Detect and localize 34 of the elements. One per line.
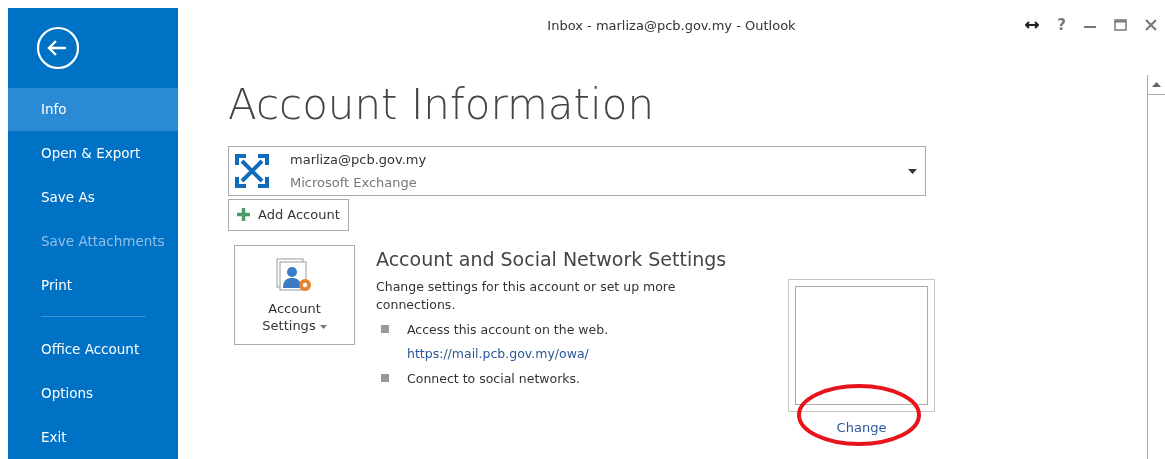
maximize-icon[interactable] [1114, 19, 1127, 32]
bullet-text: Connect to social networks. [407, 370, 581, 389]
help-button[interactable]: ? [1057, 14, 1066, 37]
section-description: Change settings for this account or set up more connections. [376, 278, 677, 315]
bullet-icon [381, 374, 389, 383]
bullet-text: Access this account on the web. [407, 320, 609, 339]
sidebar-item[interactable]: Exit [8, 415, 178, 459]
account-email: marliza@pcb.gov.my [290, 151, 428, 169]
window-title: Inbox - marliza@pcb.gov.my - Outlook [547, 17, 796, 36]
sidebar-item[interactable]: Office Account [8, 327, 178, 372]
dropdown-caret-icon [908, 168, 917, 174]
account-settings-button[interactable]: Account Settings [234, 244, 355, 345]
resize-arrows-icon[interactable] [1025, 21, 1040, 30]
change-photo-link[interactable]: Change [836, 417, 887, 437]
account-type: Microsoft Exchange [290, 173, 418, 192]
account-settings-icon [275, 257, 314, 294]
web-access-link[interactable]: https://mail.pcb.gov.my/owa/ [407, 345, 589, 365]
add-account-button[interactable]: Add Account [228, 199, 349, 231]
back-icon[interactable] [36, 25, 80, 70]
exchange-logo-icon [234, 153, 270, 189]
caret-icon [319, 324, 327, 329]
sidebar-item[interactable]: Info [8, 87, 178, 132]
scrollbar[interactable] [1147, 75, 1165, 459]
sidebar-item[interactable]: Open & Export [8, 131, 178, 176]
account-dropdown[interactable]: marliza@pcb.gov.my Microsoft Exchange [228, 146, 926, 196]
sidebar-item[interactable]: Print [8, 262, 178, 307]
page-title: Account Information [228, 84, 655, 126]
sidebar-item[interactable]: Options [8, 371, 178, 416]
close-icon[interactable] [1145, 19, 1157, 32]
bullet-icon [381, 324, 389, 333]
section-heading: Account and Social Network Settings [376, 247, 728, 271]
scroll-up-icon[interactable] [1152, 82, 1161, 87]
plus-icon [237, 208, 250, 222]
sidebar-item[interactable]: Save As [8, 175, 178, 220]
